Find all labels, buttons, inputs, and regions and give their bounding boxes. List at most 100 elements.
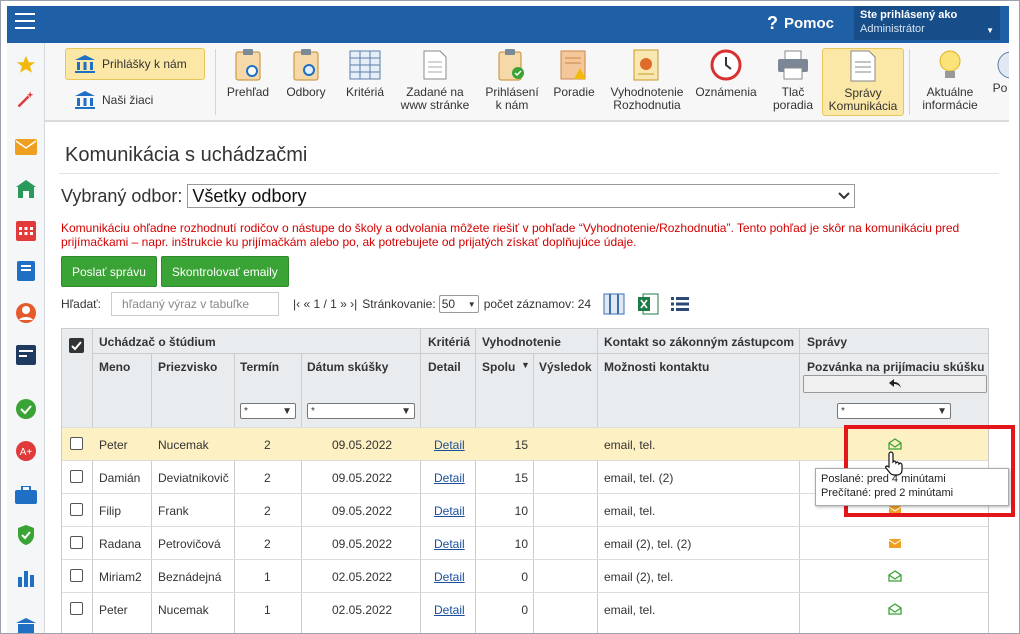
envelope-open-icon[interactable] bbox=[888, 570, 902, 582]
check-emails-button[interactable]: Skontrolovať emaily bbox=[160, 256, 289, 287]
filter-term[interactable]: * ▼ bbox=[240, 403, 296, 419]
ribbon-messages[interactable]: Správy Komunikácia bbox=[822, 48, 904, 116]
cell-contact: email, tel. (2) bbox=[604, 471, 674, 485]
ribbon-enrolled[interactable]: Prihlásení k nám bbox=[479, 48, 545, 116]
messages-icon bbox=[846, 49, 880, 83]
table-row[interactable]: Miriam2 Beznádejná 1 02.05.2022 Detail 0 email… bbox=[62, 559, 988, 592]
cell-total: 15 bbox=[514, 438, 528, 452]
mail-icon[interactable] bbox=[14, 135, 38, 159]
cell-surname: Deviatnikovič bbox=[158, 471, 229, 485]
ribbon-fields[interactable]: Odbory bbox=[281, 48, 331, 116]
filter-date[interactable]: * ▼ bbox=[307, 403, 415, 419]
message-status[interactable] bbox=[888, 537, 902, 552]
col-result[interactable]: Výsledok bbox=[539, 360, 592, 374]
our-pupils-button[interactable]: Naši žiaci bbox=[65, 84, 205, 116]
star-icon[interactable] bbox=[14, 53, 38, 77]
ribbon-evaluation[interactable]: Vyhodnotenie Rozhodnutia bbox=[605, 48, 689, 116]
user-menu[interactable]: Ste prihlásený ako Administrátor ▼ bbox=[854, 6, 1000, 40]
certificate-icon bbox=[630, 48, 664, 82]
warning-text: Komunikáciu ohľadne rozhodnutí rodičov o… bbox=[61, 221, 960, 249]
calendar-icon[interactable] bbox=[14, 219, 38, 243]
search-input[interactable]: hľadaný výraz v tabuľke bbox=[111, 292, 280, 316]
badge-icon[interactable]: A+ bbox=[14, 439, 38, 463]
our-pupils-label: Naši žiaci bbox=[102, 93, 154, 107]
select-all-checkbox[interactable] bbox=[69, 338, 84, 353]
cell-surname: Petrovičová bbox=[158, 537, 221, 551]
envelope-icon[interactable] bbox=[888, 537, 902, 549]
clipboard-search-icon bbox=[289, 48, 323, 82]
cell-term: 2 bbox=[264, 438, 271, 452]
detail-link[interactable]: Detail bbox=[434, 438, 465, 452]
ribbon-current-info[interactable]: Aktuálne informácie bbox=[917, 48, 983, 116]
ribbon-on-website[interactable]: Zadané na www stránke bbox=[397, 48, 473, 116]
applications-button[interactable]: Prihlášky k nám bbox=[65, 48, 205, 80]
odbor-select[interactable]: Všetky odbory bbox=[187, 184, 856, 208]
tooltip-read: Prečítané: pred 2 minútami bbox=[821, 487, 954, 499]
message-status[interactable] bbox=[888, 603, 902, 618]
building-icon[interactable] bbox=[14, 613, 38, 633]
columns-icon[interactable] bbox=[603, 293, 625, 315]
detail-link[interactable]: Detail bbox=[434, 471, 465, 485]
user-icon[interactable] bbox=[14, 301, 38, 325]
ribbon-overview[interactable]: Prehľad bbox=[223, 48, 273, 116]
user-caption: Ste prihlásený ako bbox=[860, 9, 958, 21]
col-term[interactable]: Termín bbox=[240, 360, 279, 374]
shield-icon[interactable] bbox=[14, 523, 38, 547]
group-applicant: Uchádzač o štúdium bbox=[99, 335, 216, 349]
send-message-button[interactable]: Poslať správu bbox=[61, 256, 157, 287]
col-date[interactable]: Dátum skúšky bbox=[307, 360, 388, 374]
paging-select[interactable]: 50 ▼ bbox=[438, 295, 479, 313]
message-status[interactable] bbox=[888, 570, 902, 585]
col-contact-options[interactable]: Možnosti kontaktu bbox=[604, 360, 709, 374]
row-checkbox[interactable] bbox=[70, 569, 83, 582]
detail-link[interactable]: Detail bbox=[434, 570, 465, 584]
group-criteria: Kritériá bbox=[428, 335, 471, 349]
app-frame: ? Pomoc Ste prihlásený ako Administrátor… bbox=[0, 0, 1020, 634]
chevron-down-icon: ▼ bbox=[937, 405, 947, 417]
hamburger-menu-icon[interactable] bbox=[15, 12, 37, 30]
ribbon-notices[interactable]: Oznámenia bbox=[693, 48, 759, 116]
help-link[interactable]: ? Pomoc bbox=[767, 13, 834, 34]
cell-name: Peter bbox=[99, 438, 128, 452]
record-count: počet záznamov: 24 bbox=[483, 297, 592, 311]
envelope-open-icon[interactable] bbox=[888, 603, 902, 615]
bank-icon bbox=[75, 55, 95, 73]
table-row[interactable]: Peter Nucemak 1 02.05.2022 Detail 0 email, tel… bbox=[62, 592, 988, 625]
svg-text:A+: A+ bbox=[20, 447, 33, 458]
col-total[interactable]: Spolu bbox=[482, 360, 515, 374]
page-nav[interactable]: |‹ « 1 / 1 » ›| bbox=[293, 297, 357, 311]
ribbon-partial[interactable]: Po bbox=[991, 48, 1009, 116]
row-checkbox[interactable] bbox=[70, 602, 83, 615]
detail-link[interactable]: Detail bbox=[434, 603, 465, 617]
col-surname[interactable]: Priezvisko bbox=[158, 360, 217, 374]
reply-icon bbox=[889, 379, 901, 388]
excel-icon[interactable] bbox=[637, 293, 659, 315]
chart-icon[interactable] bbox=[14, 565, 38, 589]
col-detail: Detail bbox=[428, 360, 461, 374]
ribbon-criteria[interactable]: Kritériá bbox=[339, 48, 391, 116]
col-invite[interactable]: Pozvánka na prijímaciu skúšku bbox=[807, 360, 984, 374]
ranking-warning-icon bbox=[557, 48, 591, 82]
row-checkbox[interactable] bbox=[70, 470, 83, 483]
ribbon-print[interactable]: Tlač poradia bbox=[767, 48, 819, 116]
cell-name: Miriam2 bbox=[99, 570, 142, 584]
row-checkbox[interactable] bbox=[70, 536, 83, 549]
book-icon[interactable] bbox=[14, 259, 38, 283]
school-icon[interactable] bbox=[14, 177, 38, 201]
schedule-icon[interactable] bbox=[14, 343, 38, 367]
col-name[interactable]: Meno bbox=[99, 360, 130, 374]
help-label: Pomoc bbox=[784, 15, 835, 32]
bulk-reply-button[interactable] bbox=[803, 375, 987, 393]
detail-link[interactable]: Detail bbox=[434, 537, 465, 551]
magic-wand-icon[interactable] bbox=[14, 87, 38, 111]
check-circle-icon[interactable] bbox=[14, 397, 38, 421]
detail-link[interactable]: Detail bbox=[434, 504, 465, 518]
filter-invite[interactable]: * ▼ bbox=[837, 403, 951, 419]
cell-contact: email, tel. bbox=[604, 504, 656, 518]
list-icon[interactable] bbox=[671, 297, 690, 311]
ribbon-ranking[interactable]: Poradie bbox=[549, 48, 599, 116]
row-checkbox[interactable] bbox=[70, 437, 83, 450]
row-checkbox[interactable] bbox=[70, 503, 83, 516]
table-row[interactable]: Radana Petrovičová 2 09.05.2022 Detail 10 emai… bbox=[62, 526, 988, 559]
briefcase-icon[interactable] bbox=[14, 483, 38, 507]
